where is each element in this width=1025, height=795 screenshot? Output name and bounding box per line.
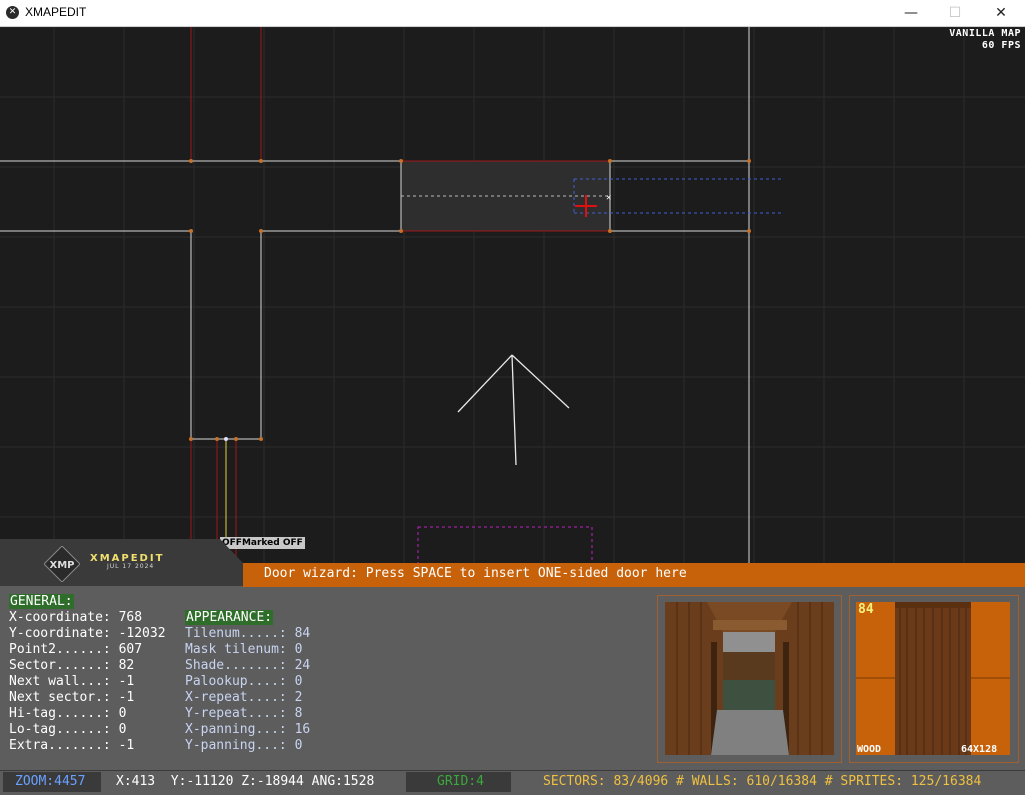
logo-date: JUL 17 2024 [107,563,155,570]
wood-tile-image [856,602,1010,755]
general-title: GENERAL: [9,594,74,609]
door-wizard-message: Door wizard: Press SPACE to insert ONE-s… [264,566,687,581]
tile-size: 64X128 [961,744,998,755]
counts-readout: SECTORS: 83/4096 # WALLS: 610/16384 # SP… [543,774,982,789]
white-walls [0,27,750,567]
general-sector: Sector......: 82 [9,658,135,673]
red-walls [190,27,610,567]
fps-counter: 60 FPS [981,40,1021,51]
corridor-preview-image [665,602,834,755]
general-lo-tag: Lo-tag......: 0 [9,722,127,737]
map-info: VANILLA MAP 60 FPS [949,28,1021,52]
appearance-x-repeat: X-repeat....: 2 [185,690,303,705]
preview-3d-view[interactable] [665,602,834,755]
title-bar: ✕ XMAPEDIT — ☐ ✕ [0,0,1025,27]
appearance-title: APPEARANCE: [185,610,274,625]
general-point2: Point2......: 607 [9,642,143,657]
appearance-x-panning: X-panning...: 16 [185,722,311,737]
general-next-wall: Next wall...: -1 [9,674,135,689]
map-type: VANILLA MAP [949,28,1021,39]
app-icon: ✕ [6,6,19,19]
general-x-coordinate: X-coordinate: 768 [9,610,143,625]
appearance-tilenum: Tilenum.....: 84 [185,626,311,641]
map-canvas[interactable]: ✕ [0,27,1025,567]
appearance-palookup: Palookup....: 0 [185,674,303,689]
minimize-button[interactable]: — [888,0,934,26]
close-button[interactable]: ✕ [978,0,1024,26]
maximize-button[interactable]: ☐ [932,0,978,26]
general-hi-tag: Hi-tag......: 0 [9,706,127,721]
svg-text:XMP: XMP [50,560,75,571]
highlight-vertex: ✕ [606,193,611,203]
grid-readout: GRID:4 [437,774,484,789]
general-next-sector: Next sector.: -1 [9,690,135,705]
window-title: XMAPEDIT [25,5,87,19]
appearance-shade: Shade.......: 24 [185,658,311,673]
general-extra: Extra.......: -1 [9,738,135,753]
coords-readout: X:413 Y:-11120 Z:-18944 ANG:1528 [116,774,375,789]
map-viewport[interactable]: ✕ VANILLA MAP 60 FPS OFFMarked OFF [0,27,1025,567]
zoom-readout: ZOOM:4457 [15,774,86,789]
player-arrow-icon [457,354,570,466]
general-y-coordinate: Y-coordinate: -12032 [9,626,166,641]
tile-number: 84 [858,602,874,617]
tile-preview[interactable] [856,602,1010,755]
xmp-logo-icon: XMP [44,546,80,582]
appearance-y-repeat: Y-repeat....: 8 [185,706,303,721]
grid-lines [0,27,1025,567]
appearance-y-panning: Y-panning...: 0 [185,738,303,753]
appearance-mask-tilenum: Mask tilenum: 0 [185,642,303,657]
tile-name: WOOD [857,744,882,755]
